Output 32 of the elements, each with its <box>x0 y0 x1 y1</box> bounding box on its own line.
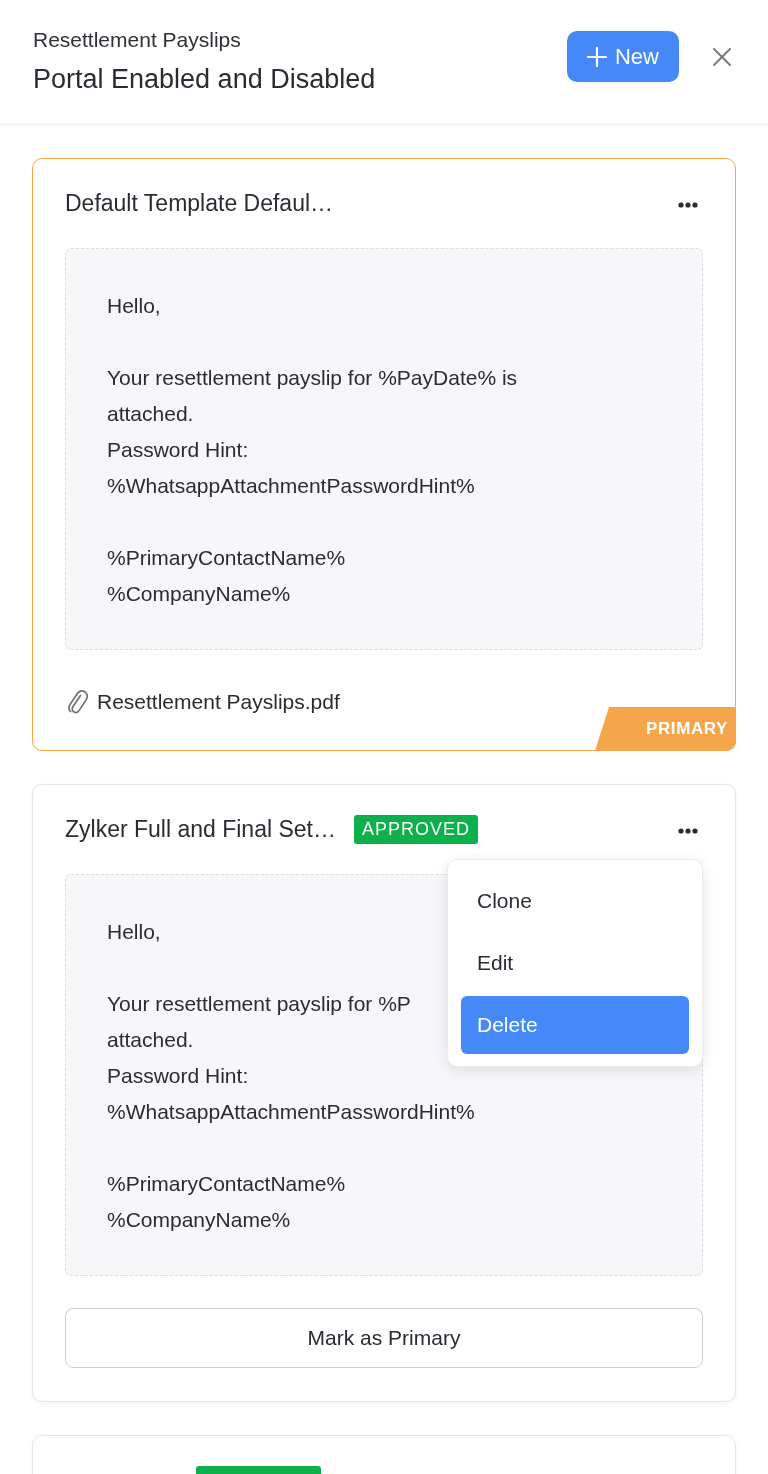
close-icon <box>713 47 731 66</box>
message-line: attached. <box>107 401 194 427</box>
more-options-button[interactable] <box>678 828 698 834</box>
menu-item[interactable]: Edit <box>461 934 689 992</box>
message-line: attached. <box>107 1027 194 1053</box>
more-dots-icon <box>678 202 698 208</box>
more-options-button[interactable] <box>678 202 698 208</box>
message-line: %CompanyName% <box>107 581 291 607</box>
panel-title: Portal Enabled and Disabled <box>33 63 377 95</box>
more-dots-icon <box>678 828 698 834</box>
status-badge: APPROVED <box>354 814 478 844</box>
message-line: %PrimaryContactName% <box>107 545 346 571</box>
close-button[interactable] <box>711 45 733 68</box>
message-line: Password Hint: <box>107 437 249 463</box>
message-line: %WhatsappAttachmentPasswordHint% <box>107 1099 475 1125</box>
message-line: Your resettlement payslip for %PayDate% is <box>107 365 518 391</box>
primary-ribbon: PRIMARY <box>595 707 736 751</box>
panel-subtitle: Resettlement Payslips <box>33 27 242 53</box>
template-title: Default Template Defaul… <box>65 189 334 217</box>
message-line: Your resettlement payslip for %P <box>107 991 411 1017</box>
message-line: %WhatsappAttachmentPasswordHint% <box>107 473 475 499</box>
mark-primary-button[interactable]: Mark as Primary <box>65 1308 703 1368</box>
plus-icon <box>587 46 607 67</box>
message-line: %PrimaryContactName% <box>107 1171 346 1197</box>
message-line: Hello, <box>107 919 161 945</box>
message-line: Hello, <box>107 293 161 319</box>
menu-item[interactable]: Clone <box>461 872 689 930</box>
paperclip-icon <box>67 689 89 715</box>
message-line: Password Hint: <box>107 1063 249 1089</box>
attachment-link[interactable]: Resettlement Payslips.pdf <box>97 690 340 714</box>
template-title: Zylker Full and Final Set… <box>65 815 336 843</box>
message-line: %CompanyName% <box>107 1207 291 1233</box>
